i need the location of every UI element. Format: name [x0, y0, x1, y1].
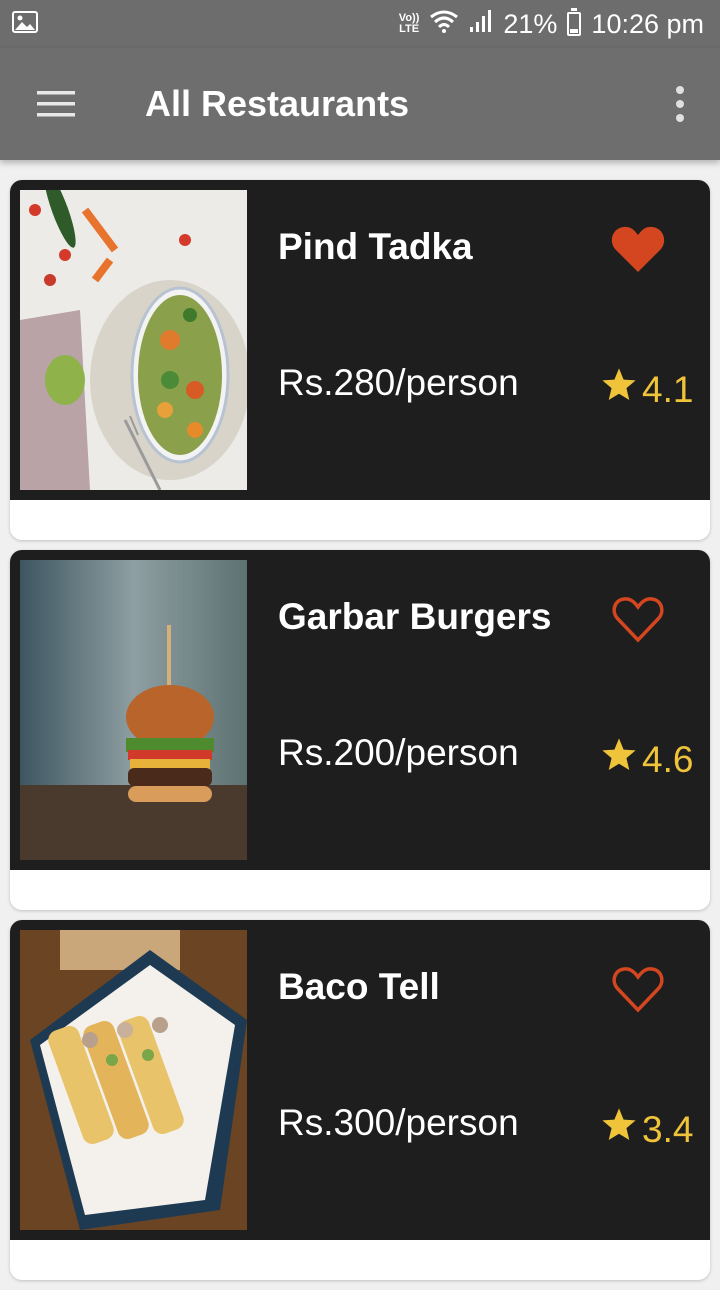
app-bar: All Restaurants [0, 48, 720, 160]
rating-value: 4.1 [642, 368, 694, 410]
tacos-photo [20, 930, 247, 1230]
restaurant-name: Baco Tell [278, 966, 440, 1007]
burger-photo [20, 560, 247, 860]
restaurant-price: Rs.200/person [278, 732, 519, 773]
favorite-heart-outline-icon[interactable] [610, 594, 670, 650]
rating: 4.1 [600, 366, 693, 413]
restaurant-price: Rs.280/person [278, 362, 519, 403]
restaurant-list: Pind Tadka Rs.280/person 4.1 Garbar Burg… [10, 180, 710, 1290]
restaurant-name: Pind Tadka [278, 226, 473, 267]
clock: 10:26 pm [591, 8, 704, 39]
page-title: All Restaurants [145, 83, 410, 124]
wifi-icon [429, 9, 459, 40]
volte-icon: Vo)) LTE [398, 12, 420, 35]
battery-icon [567, 8, 582, 36]
star-icon [600, 736, 638, 783]
rating-value: 4.6 [642, 738, 694, 780]
status-bar: Vo)) LTE 21% 10:26 pm [0, 0, 720, 48]
restaurant-card[interactable]: Baco Tell Rs.300/person 3.4 [10, 920, 710, 1280]
rating: 4.6 [600, 736, 693, 783]
restaurant-name: Garbar Burgers [278, 596, 552, 637]
favorite-heart-filled-icon[interactable] [610, 224, 670, 280]
salad-bowl-photo [20, 190, 247, 490]
signal-icon [469, 9, 493, 40]
restaurant-price: Rs.300/person [278, 1102, 519, 1143]
star-icon [600, 366, 638, 413]
restaurant-card[interactable]: Garbar Burgers Rs.200/person 4.6 [10, 550, 710, 910]
battery-percent: 21% [503, 8, 558, 39]
star-icon [600, 1106, 638, 1153]
hamburger-menu-icon[interactable] [0, 48, 112, 160]
favorite-heart-outline-icon[interactable] [610, 964, 670, 1020]
rating-value: 3.4 [642, 1108, 694, 1150]
restaurant-card[interactable]: Pind Tadka Rs.280/person 4.1 [10, 180, 710, 540]
rating: 3.4 [600, 1106, 693, 1153]
more-vertical-icon[interactable] [660, 84, 700, 124]
gallery-notification-icon [12, 10, 38, 38]
